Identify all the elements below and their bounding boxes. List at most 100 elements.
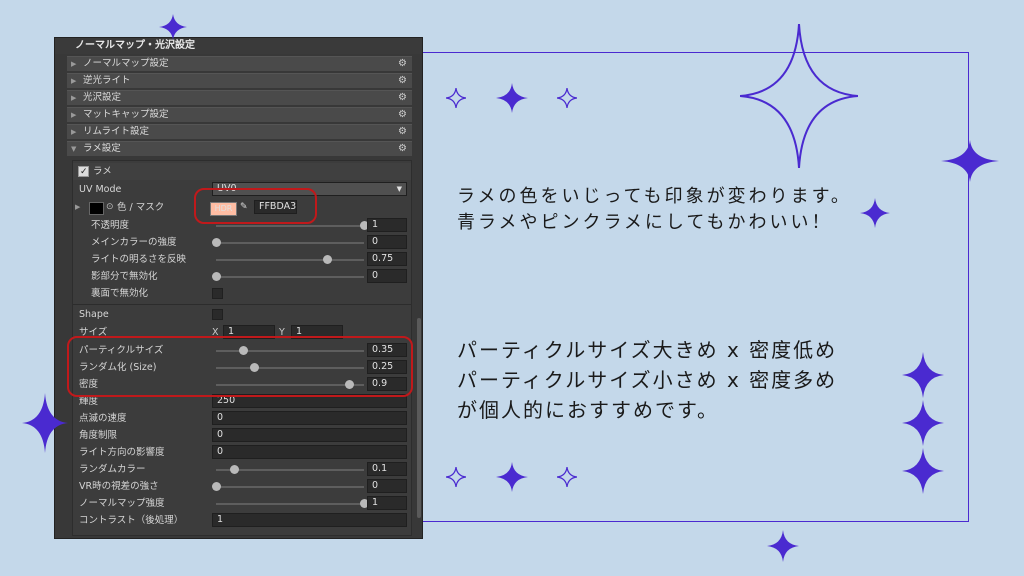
slider-knob[interactable] [323,255,332,264]
glitter-toggle-row: ✓ ラメ [73,163,411,180]
normal-strength-row: ノーマルマップ強度 1 [73,495,411,512]
prop-label: ノーマルマップ強度 [79,498,165,509]
prop-label: 角度制限 [79,430,118,441]
value-field[interactable]: 1 [367,218,407,232]
section-label: 光沢設定 [83,92,122,103]
shape-checkbox[interactable] [212,309,223,320]
sparkle-outline-icon [557,88,577,108]
section-normal-map[interactable]: ▶ ノーマルマップ設定 ⚙ [67,56,412,71]
sparkle-icon [767,530,799,562]
inspector-panel: ノーマルマップ・光沢設定 ▶ ノーマルマップ設定 ⚙ ▶ 逆光ライト ⚙ ▶ 光… [54,37,423,539]
value-field[interactable]: 0 [367,479,407,493]
prop-label: 点滅の速度 [79,413,127,424]
section-label: 逆光ライト [83,75,131,86]
highlight-hdr-color [194,188,317,224]
glitter-label: ラメ [93,166,112,177]
slider-knob[interactable] [212,238,221,247]
backface-checkbox[interactable] [212,288,223,299]
slider-knob[interactable] [212,272,221,281]
light-direction-row: ライト方向の影響度 0 [73,444,411,461]
uv-mode-label: UV Mode [79,184,122,195]
value-field[interactable]: 0 [212,428,407,442]
sparkle-outline-icon [446,467,466,487]
shadow-disable-row: 影部分で無効化 0 [73,268,411,285]
prop-label: ライト方向の影響度 [79,447,165,458]
value-field[interactable]: 0.1 [367,462,407,476]
slider-track[interactable] [212,272,364,281]
sparkle-icon [902,400,944,446]
value-field[interactable]: 0 [367,235,407,249]
gear-icon[interactable]: ⚙ [398,74,407,88]
gear-icon[interactable]: ⚙ [398,142,407,156]
sparkle-outline-icon [557,467,577,487]
slider-knob[interactable] [212,482,221,491]
color-mask-label: 色 / マスク [117,202,165,213]
highlight-particle-settings [67,336,413,397]
value-field[interactable]: 0.75 [367,252,407,266]
slider-track[interactable] [212,238,364,247]
expand-arrow-icon: ▶ [71,60,77,68]
main-color-strength-row: メインカラーの強度 0 [73,234,411,251]
prop-label: ライトの明るさを反映 [91,254,187,265]
slider-track[interactable] [216,465,364,474]
sparkle-outline-icon [740,24,858,168]
scrollbar[interactable] [417,318,421,518]
expand-arrow-icon: ▶ [71,77,77,85]
light-brightness-row: ライトの明るさを反映 0.75 [73,251,411,268]
prop-label: VR時の視差の強さ [79,481,159,492]
sparkle-icon [860,198,890,228]
sparkle-icon [22,393,68,453]
circle-icon: ⊙ [106,202,114,212]
shape-label: Shape [79,309,109,320]
section-rimlight[interactable]: ▶ リムライト設定 ⚙ [67,124,412,139]
expand-arrow-icon: ▶ [71,94,77,102]
slider-track[interactable] [216,255,364,264]
value-field[interactable]: 0 [367,269,407,283]
sparkle-icon [902,448,944,494]
note-line-4: パーティクルサイズ小さめ x 密度多め [457,368,838,392]
decorative-frame [392,52,969,522]
note-line-2: 青ラメやピンクラメにしてもかわいい！ [457,212,833,233]
gear-icon[interactable]: ⚙ [398,108,407,122]
blink-speed-row: 点滅の速度 0 [73,410,411,427]
sparkle-outline-icon [446,88,466,108]
value-field[interactable]: 1 [212,513,407,527]
prop-label: 不透明度 [91,220,130,231]
section-gloss[interactable]: ▶ 光沢設定 ⚙ [67,90,412,105]
chevron-down-icon: ▼ [396,185,402,193]
note-line-3: パーティクルサイズ大きめ x 密度低め [457,338,838,362]
section-matcap[interactable]: ▶ マットキャップ設定 ⚙ [67,107,412,122]
angle-limit-row: 角度制限 0 [73,427,411,444]
gear-icon[interactable]: ⚙ [398,91,407,105]
slider-track[interactable] [212,482,364,491]
section-backlight[interactable]: ▶ 逆光ライト ⚙ [67,73,412,88]
section-glitter[interactable]: ▼ ラメ設定 ⚙ [67,141,412,156]
section-label: マットキャップ設定 [83,109,169,120]
prop-label: 裏面で無効化 [91,288,149,299]
prop-label: コントラスト（後処理） [79,515,184,526]
slider-knob[interactable] [229,465,239,474]
sparkle-icon [496,462,528,492]
expand-arrow-icon[interactable]: ▶ [75,199,80,216]
sparkle-icon [159,14,187,40]
shape-row: Shape [73,306,411,323]
prop-label: 影部分で無効化 [91,271,158,282]
sparkle-icon [496,83,528,113]
glitter-checkbox[interactable]: ✓ [78,166,89,177]
collapse-arrow-icon: ▼ [71,145,77,153]
slider-track[interactable] [216,221,369,230]
backface-disable-row: 裏面で無効化 [73,285,411,302]
prop-label: メインカラーの強度 [91,237,177,248]
expand-arrow-icon: ▶ [71,111,77,119]
divider [73,304,411,305]
value-field[interactable]: 1 [367,496,407,510]
slider-track[interactable] [216,499,369,508]
note-line-1: ラメの色をいじっても印象が変わります。 [457,186,852,207]
gear-icon[interactable]: ⚙ [398,125,407,139]
prop-label: ランダムカラー [79,464,146,475]
gear-icon[interactable]: ⚙ [398,57,407,71]
expand-arrow-icon: ▶ [71,128,77,136]
mask-texture-slot[interactable] [89,202,104,215]
value-field[interactable]: 0 [212,445,407,459]
value-field[interactable]: 0 [212,411,407,425]
